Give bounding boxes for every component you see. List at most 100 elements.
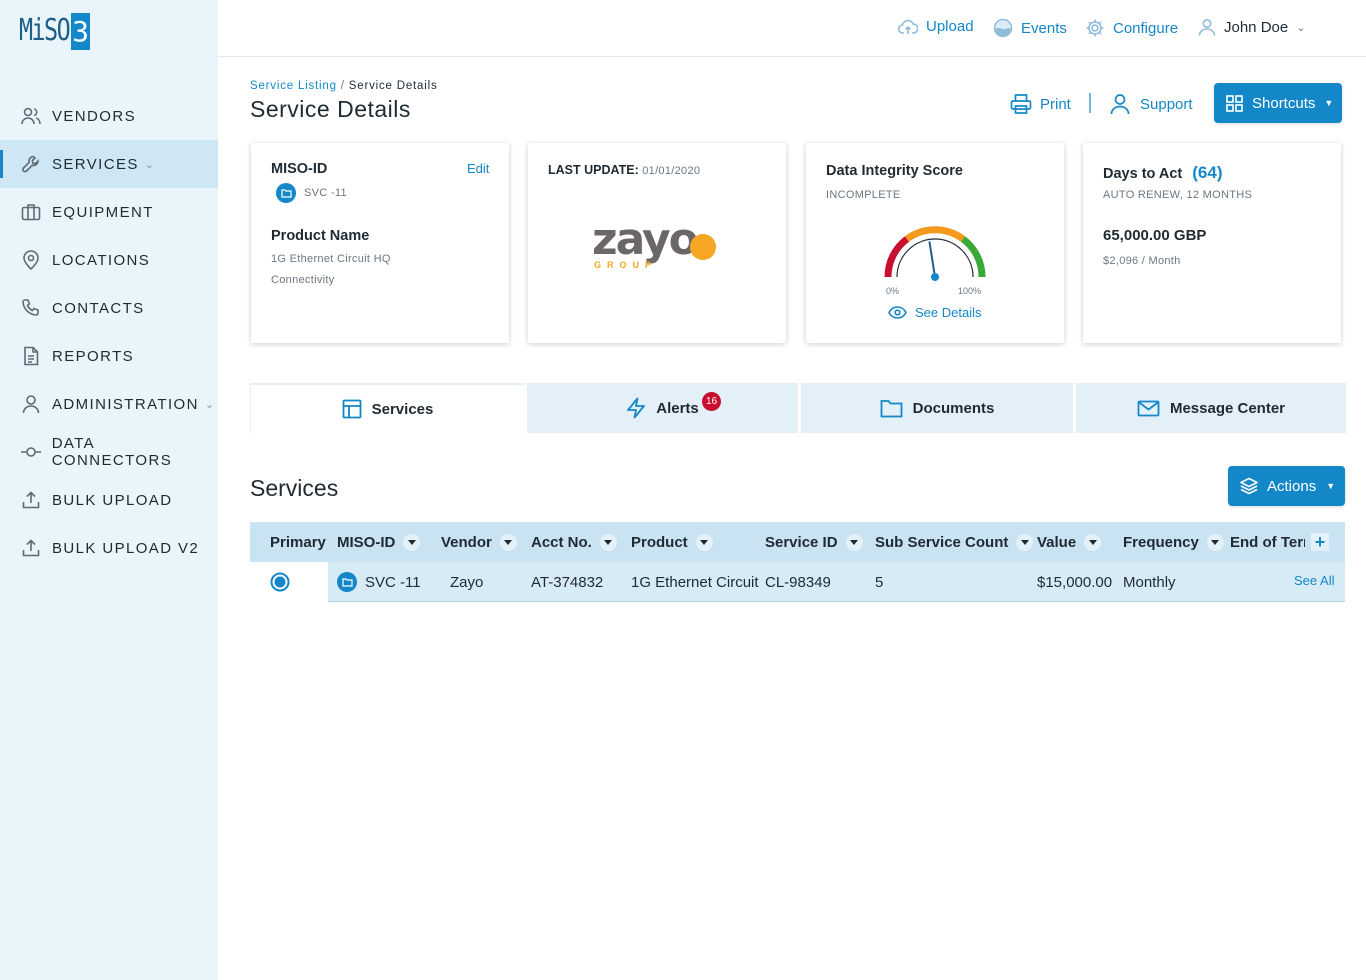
upload-icon xyxy=(20,489,42,511)
upload-icon xyxy=(20,537,42,559)
see-details-link[interactable]: See Details xyxy=(888,305,981,320)
cell-vendor: Zayo xyxy=(450,573,484,591)
miso-id-text: SVC -11 xyxy=(365,573,421,591)
chevron-down-icon[interactable] xyxy=(499,533,517,551)
sidebar-item-contacts[interactable]: CONTACTS xyxy=(0,284,218,332)
miso-id-value: SVC -11 xyxy=(304,187,347,199)
gear-icon xyxy=(1086,19,1104,37)
chevron-down-icon[interactable] xyxy=(1084,533,1102,551)
tab-documents[interactable]: Documents xyxy=(801,383,1073,433)
table-header: Primary MISO-ID Vendor Acct No. Product … xyxy=(250,522,1345,562)
chevron-down-icon[interactable] xyxy=(599,533,617,551)
sidebar-item-label: BULK UPLOAD V2 xyxy=(52,539,200,557)
print-label: Print xyxy=(1040,95,1071,113)
sidebar-item-label: SERVICES xyxy=(52,155,139,173)
column-label: Acct No. xyxy=(531,533,592,551)
column-label: Primary xyxy=(270,533,326,551)
actions-button[interactable]: Actions ▼ xyxy=(1228,466,1345,506)
cloud-upload-icon xyxy=(898,19,918,34)
mail-icon xyxy=(1137,400,1160,416)
breadcrumb-service-listing[interactable]: Service Listing xyxy=(250,80,337,92)
data-integrity-title: Data Integrity Score xyxy=(826,163,963,179)
column-label: Value xyxy=(1037,533,1077,551)
sidebar-item-label: VENDORS xyxy=(52,107,136,125)
tab-services[interactable]: Services xyxy=(250,383,524,433)
sidebar-item-data-connectors[interactable]: DATA CONNECTORS xyxy=(0,428,218,476)
chevron-down-icon[interactable] xyxy=(1206,533,1224,551)
column-service-id[interactable]: Service ID xyxy=(765,522,863,562)
add-column-button[interactable]: + xyxy=(1311,533,1329,551)
product-name-value: 1G Ethernet Circuit HQ xyxy=(271,253,391,265)
see-all-link[interactable]: See All xyxy=(1294,560,1334,600)
document-icon xyxy=(20,345,42,367)
column-label: Product xyxy=(631,533,688,551)
cell-service-id: CL-98349 xyxy=(765,573,831,591)
table-row[interactable]: SVC -11 Zayo AT-374832 1G Ethernet Circu… xyxy=(250,562,1345,602)
briefcase-icon xyxy=(20,201,42,223)
chevron-down-icon[interactable] xyxy=(1016,533,1034,551)
caret-down-icon: ▼ xyxy=(1326,481,1336,491)
users-icon xyxy=(20,105,42,127)
contract-amount: 65,000.00 GBP xyxy=(1103,227,1207,244)
sidebar-item-bulk-upload-v2[interactable]: BULK UPLOAD V2 xyxy=(0,524,218,572)
column-primary[interactable]: Primary xyxy=(270,522,326,562)
events-icon xyxy=(993,18,1013,38)
edit-link[interactable]: Edit xyxy=(467,161,489,176)
vendor-logo: zayo GROUP xyxy=(592,215,722,273)
user-menu[interactable]: John Doe ⌄ xyxy=(1198,18,1305,36)
column-label: MISO-ID xyxy=(337,533,396,551)
chevron-down-icon[interactable] xyxy=(695,533,713,551)
cell-value: $15,000.00 xyxy=(1037,573,1113,591)
cell-miso-id[interactable]: SVC -11 xyxy=(337,562,421,602)
tab-message-center[interactable]: Message Center xyxy=(1076,383,1346,433)
print-button[interactable]: Print xyxy=(1010,93,1071,115)
column-vendor[interactable]: Vendor xyxy=(441,522,517,562)
support-button[interactable]: Support xyxy=(1110,93,1193,115)
column-label: Vendor xyxy=(441,533,492,551)
breadcrumb-separator: / xyxy=(340,80,345,92)
column-sub-service-count[interactable]: Sub Service Count xyxy=(875,522,1034,562)
column-end-of-term[interactable]: End of Terr xyxy=(1230,522,1305,562)
upload-label: Upload xyxy=(926,18,974,35)
breadcrumb: Service Listing / Service Details xyxy=(250,80,438,92)
tab-documents-label: Documents xyxy=(912,399,995,417)
sidebar-item-bulk-upload[interactable]: BULK UPLOAD xyxy=(0,476,218,524)
sidebar-item-locations[interactable]: LOCATIONS xyxy=(0,236,218,284)
column-frequency[interactable]: Frequency xyxy=(1123,522,1224,562)
upload-link[interactable]: Upload xyxy=(898,18,974,35)
gauge-max-label: 100% xyxy=(958,286,982,296)
column-acct-no[interactable]: Acct No. xyxy=(531,522,617,562)
sidebar-item-equipment[interactable]: EQUIPMENT xyxy=(0,188,218,236)
wrench-icon xyxy=(20,153,42,175)
gauge-min-label: 0% xyxy=(886,286,900,296)
shortcuts-button[interactable]: Shortcuts ▼ xyxy=(1214,83,1342,123)
vendor-logo-sub: GROUP xyxy=(594,260,658,270)
eye-icon xyxy=(888,306,907,319)
plus-icon: + xyxy=(1314,532,1326,552)
chevron-down-icon[interactable] xyxy=(845,533,863,551)
header-divider xyxy=(1089,93,1091,113)
configure-link[interactable]: Configure xyxy=(1085,18,1178,38)
radio-selected-icon xyxy=(270,572,290,592)
sidebar-item-vendors[interactable]: VENDORS xyxy=(0,92,218,140)
tab-message-center-label: Message Center xyxy=(1169,399,1286,417)
sidebar: MiSO 3 VENDORS SERVICES ⌄ EQUIPMENT LOCA… xyxy=(0,0,218,980)
tab-alerts[interactable]: Alerts 16 xyxy=(527,383,798,433)
column-value[interactable]: Value xyxy=(1037,522,1102,562)
sidebar-item-reports[interactable]: REPORTS xyxy=(0,332,218,380)
configure-label: Configure xyxy=(1113,19,1179,37)
events-link[interactable]: Events xyxy=(993,18,1067,38)
chevron-down-icon[interactable] xyxy=(403,533,421,551)
sidebar-item-services[interactable]: SERVICES ⌄ xyxy=(0,140,218,188)
layers-icon xyxy=(1240,477,1258,495)
column-product[interactable]: Product xyxy=(631,522,713,562)
sidebar-item-administration[interactable]: ADMINISTRATION ⌄ xyxy=(0,380,218,428)
app-logo[interactable]: MiSO 3 xyxy=(19,12,90,50)
primary-radio[interactable] xyxy=(270,562,290,602)
user-icon xyxy=(20,393,42,415)
sidebar-item-label: REPORTS xyxy=(52,347,135,365)
column-miso-id[interactable]: MISO-ID xyxy=(337,522,421,562)
map-pin-icon xyxy=(20,249,42,271)
data-integrity-card: Data Integrity Score INCOMPLETE 0% 100% … xyxy=(806,143,1064,343)
shortcuts-label: Shortcuts xyxy=(1252,94,1316,112)
